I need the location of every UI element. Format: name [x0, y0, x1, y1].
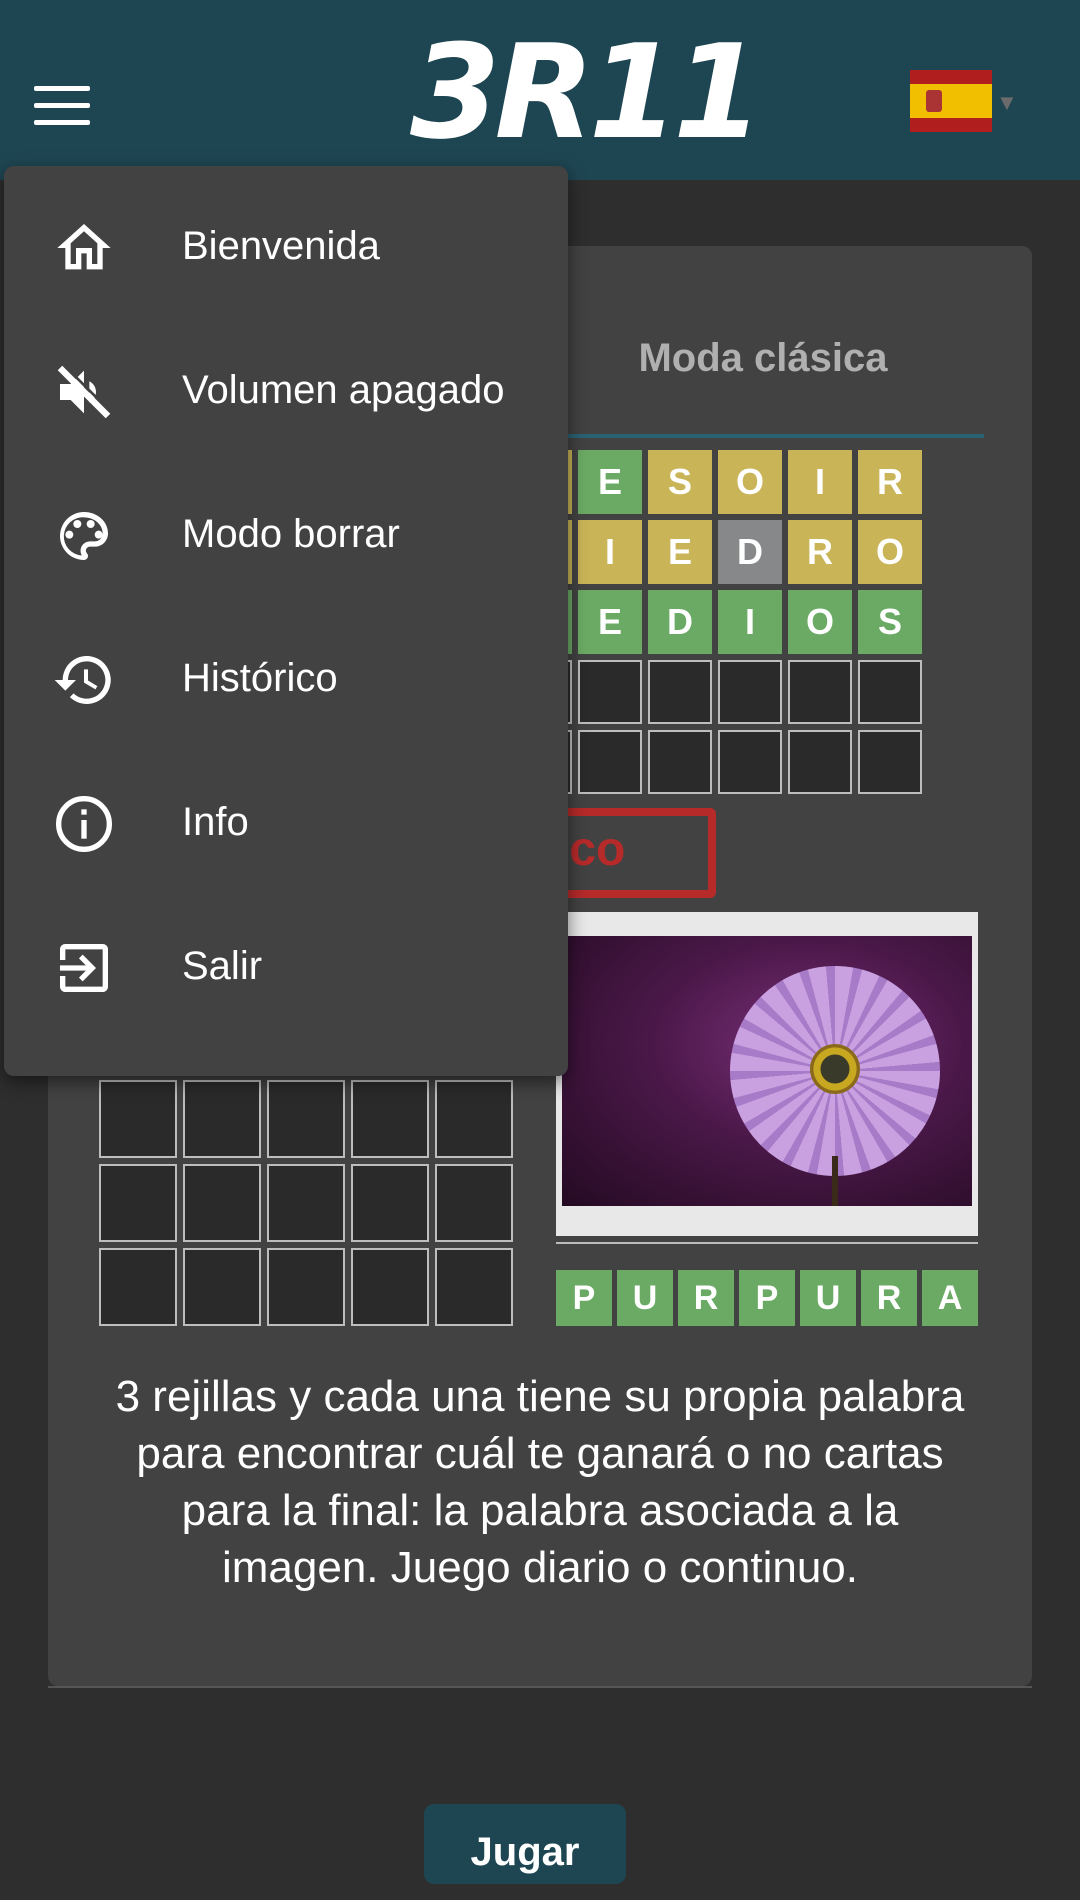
grid-cell	[351, 1248, 429, 1326]
grid-cell	[183, 1164, 261, 1242]
history-icon	[54, 655, 111, 704]
grid-cell	[648, 660, 712, 724]
grid-cell: S	[858, 590, 922, 654]
menu-item-label: Salir	[182, 944, 263, 988]
grid-cell	[183, 1080, 261, 1158]
grid-cell: E	[648, 520, 712, 584]
info-icon	[56, 796, 112, 852]
answer-letter-tile: U	[800, 1270, 856, 1326]
grid-cell: O	[858, 520, 922, 584]
grid-cell	[578, 660, 642, 724]
grid-cell	[351, 1080, 429, 1158]
grid-cell: R	[788, 520, 852, 584]
grid-cell	[578, 730, 642, 794]
grid-cell	[435, 1080, 513, 1158]
grid-cell	[99, 1248, 177, 1326]
menu-item-salir[interactable]: Salir	[4, 896, 568, 1040]
grid-cell	[858, 730, 922, 794]
grid-cell	[648, 730, 712, 794]
spain-flag-icon[interactable]	[910, 70, 992, 132]
grid-cell: E	[578, 450, 642, 514]
grid-cell	[99, 1080, 177, 1158]
grid-cell	[435, 1164, 513, 1242]
menu-item-label: Modo borrar	[182, 512, 400, 556]
answer-letter-tile: P	[739, 1270, 795, 1326]
tab-indicator	[566, 434, 984, 438]
grid-cell	[718, 730, 782, 794]
menu-item-info[interactable]: Info	[4, 752, 568, 896]
grid-cell	[788, 660, 852, 724]
menu-item-label: Bienvenida	[182, 224, 380, 268]
grid-cell	[183, 1248, 261, 1326]
play-button[interactable]: Jugar	[424, 1804, 626, 1884]
hamburger-menu-icon[interactable]	[34, 86, 90, 126]
grid-cell: O	[788, 590, 852, 654]
grid-cell	[267, 1248, 345, 1326]
flower-image	[562, 936, 972, 1206]
volume-off-icon	[57, 363, 113, 419]
home-icon	[57, 224, 111, 270]
app-logo: 3R11	[410, 16, 763, 168]
grid-cell: D	[648, 590, 712, 654]
grid-cell	[267, 1164, 345, 1242]
exit-icon	[60, 944, 108, 992]
menu-item-volumen[interactable]: Volumen apagado	[4, 320, 568, 464]
grid-cell: S	[648, 450, 712, 514]
navigation-drawer: Bienvenida Volumen apagado Modo borrar H…	[4, 166, 568, 1076]
grid-cell	[351, 1164, 429, 1242]
grid-cell	[788, 730, 852, 794]
grid-cell: D	[718, 520, 782, 584]
menu-item-label: Histórico	[182, 656, 338, 700]
grid-cell	[267, 1080, 345, 1158]
menu-item-historico[interactable]: Histórico	[4, 608, 568, 752]
tab-classic-mode[interactable]: Moda clásica	[568, 336, 958, 381]
card-divider	[48, 1686, 1032, 1688]
answer-letter-tile: A	[922, 1270, 978, 1326]
menu-item-label: Volumen apagado	[182, 368, 505, 412]
grid-cell	[99, 1164, 177, 1242]
grid-cell: I	[788, 450, 852, 514]
menu-item-modo-borrar[interactable]: Modo borrar	[4, 464, 568, 608]
grid-cell: O	[718, 450, 782, 514]
image-divider	[556, 1242, 978, 1244]
answer-letter-tile: R	[861, 1270, 917, 1326]
answer-letter-tile: R	[678, 1270, 734, 1326]
palette-icon	[60, 512, 108, 560]
grid-cell: E	[578, 590, 642, 654]
grid-cell	[858, 660, 922, 724]
grid-cell: I	[578, 520, 642, 584]
grid-cell: R	[858, 450, 922, 514]
top-app-bar: 3R11 ▼	[0, 0, 1080, 180]
menu-item-bienvenida[interactable]: Bienvenida	[4, 176, 568, 320]
grid-cell: I	[718, 590, 782, 654]
grid-cell	[718, 660, 782, 724]
chevron-down-icon[interactable]: ▼	[996, 90, 1018, 116]
answer-letter-tile: P	[556, 1270, 612, 1326]
grid-cell	[435, 1248, 513, 1326]
menu-item-label: Info	[182, 800, 249, 844]
mode-description: 3 rejillas y cada una tiene su propia pa…	[115, 1372, 965, 1592]
answer-letter-tile: U	[617, 1270, 673, 1326]
